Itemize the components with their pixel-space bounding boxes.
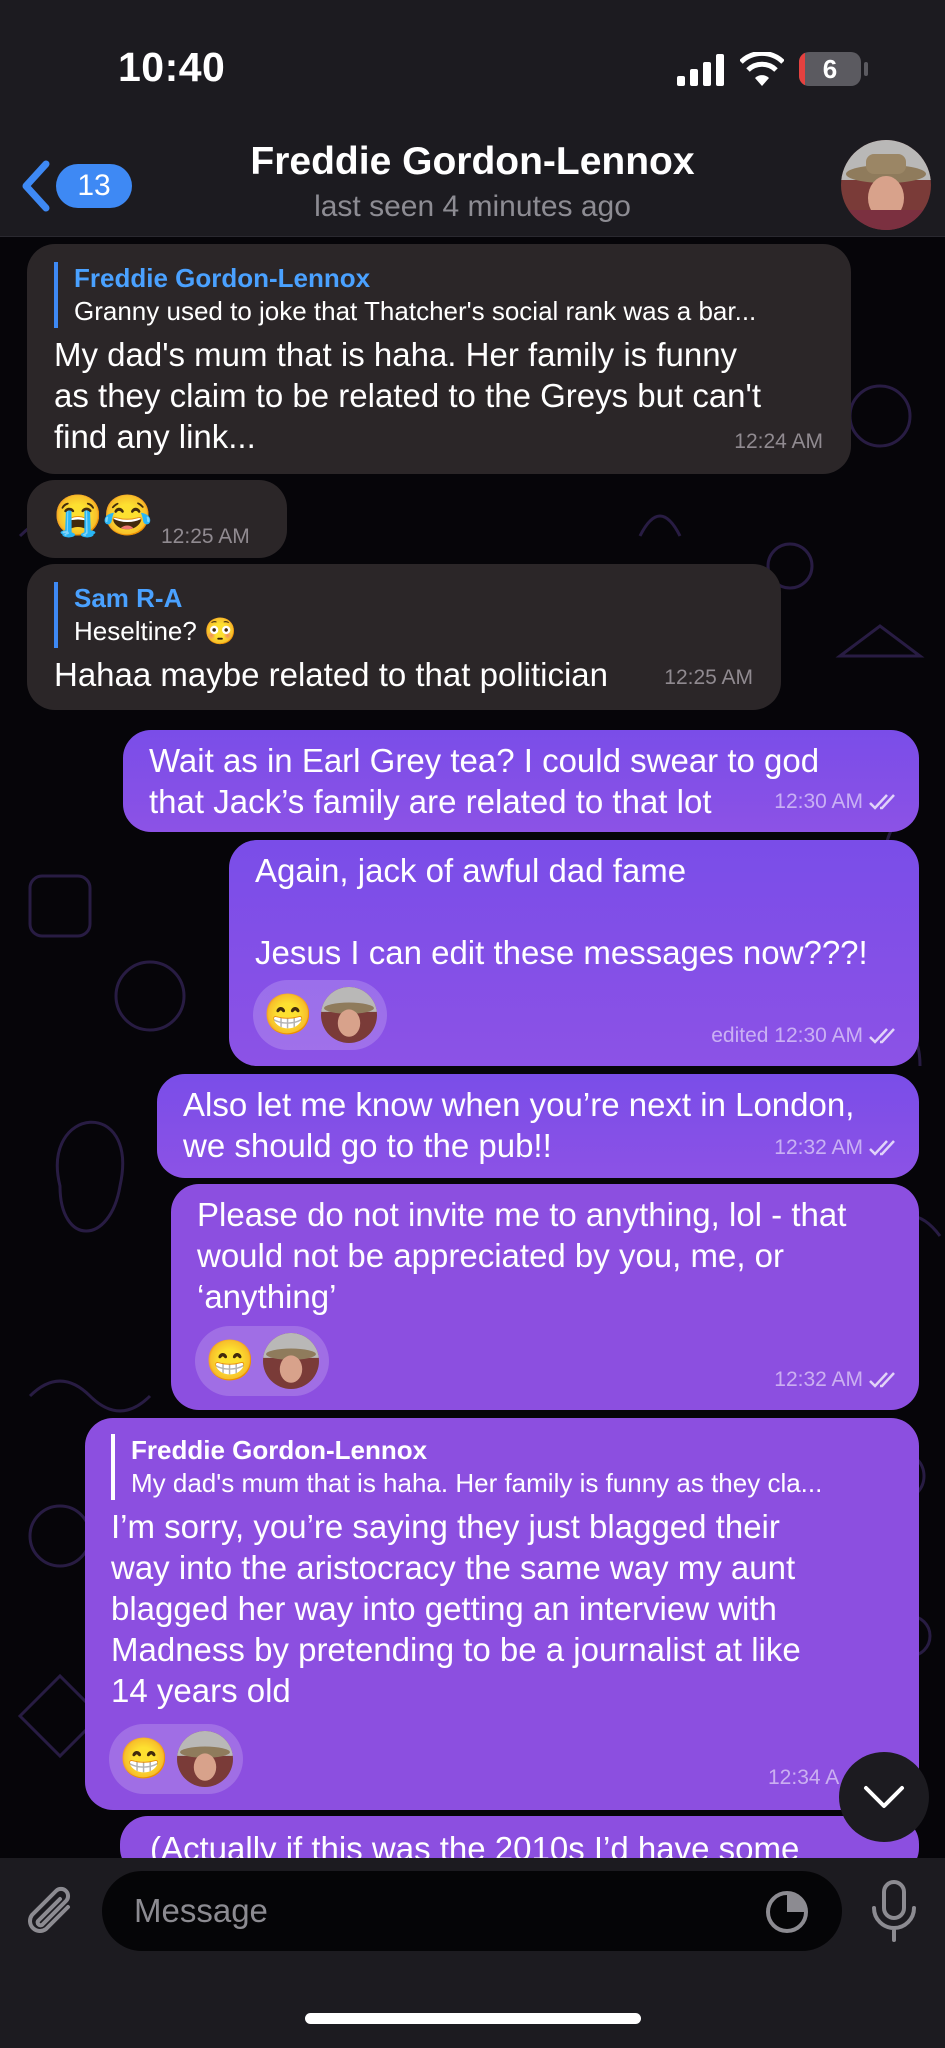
double-check-icon	[869, 793, 895, 810]
paperclip-icon	[28, 1886, 71, 1933]
status-time: 10:40	[118, 44, 226, 90]
reply-author: Freddie Gordon-Lennox	[74, 263, 371, 293]
message-line: would not be appreciated by you, me, or	[197, 1237, 785, 1274]
message-line: Please do not invite me to anything, lol…	[197, 1196, 847, 1233]
message-time: 12:32 AM	[774, 1368, 863, 1391]
double-check-icon	[869, 1139, 895, 1156]
reaction-emoji: 😁	[119, 1737, 169, 1781]
message-time: 12:32 AM	[774, 1136, 863, 1159]
message-line: I’m sorry, you’re saying they just blagg…	[111, 1508, 780, 1545]
reply-snippet: Heseltine? 😳	[74, 616, 237, 646]
message-line: way into the aristocracy the same way my…	[111, 1549, 796, 1586]
reactor-avatar	[320, 987, 377, 1043]
message-bubble-outgoing[interactable]: Please do not invite me to anything, lol…	[171, 1184, 919, 1410]
reply-author: Sam R-A	[74, 583, 183, 613]
message-line: Also let me know when you’re next in Lon…	[183, 1086, 855, 1123]
double-check-icon	[869, 1027, 895, 1044]
reaction-emoji: 😁	[263, 993, 313, 1037]
chat-title[interactable]: Freddie Gordon-Lennox	[0, 140, 945, 184]
message-input[interactable]	[132, 1891, 736, 1931]
reply-quote[interactable]: Sam R-A Heseltine? 😳	[54, 582, 753, 648]
message-line: 14 years old	[111, 1672, 291, 1709]
attach-button[interactable]	[24, 1885, 78, 1946]
reply-author: Freddie Gordon-Lennox	[131, 1435, 428, 1465]
last-seen-status: last seen 4 minutes ago	[314, 190, 631, 223]
message-input-box[interactable]	[102, 1871, 842, 1951]
message-bubble-outgoing[interactable]: Also let me know when you’re next in Lon…	[157, 1074, 919, 1178]
reply-quote[interactable]: Freddie Gordon-Lennox My dad's mum that …	[111, 1434, 893, 1500]
voice-record-button[interactable]	[870, 1880, 918, 1947]
message-meta: edited 12:30 AM	[711, 1015, 899, 1056]
message-meta: 12:32 AM	[774, 1359, 899, 1400]
wifi-icon	[740, 52, 784, 86]
message-line: Madness by pretending to be a journalist…	[111, 1631, 801, 1668]
message-bubble-incoming[interactable]: Freddie Gordon-Lennox Granny used to jok…	[27, 244, 851, 474]
reaction-emoji: 😁	[205, 1339, 255, 1383]
message-time: 12:24 AM	[734, 430, 823, 453]
message-bubble-outgoing[interactable]: Wait as in Earl Grey tea? I could swear …	[123, 730, 919, 832]
reactor-avatar	[262, 1333, 319, 1389]
double-check-icon	[869, 1371, 895, 1388]
reply-snippet: My dad's mum that is haha. Her family is…	[131, 1468, 823, 1498]
battery-icon: 6	[799, 52, 861, 86]
reply-quote[interactable]: Freddie Gordon-Lennox Granny used to jok…	[54, 262, 823, 328]
message-meta: 12:30 AM	[774, 781, 899, 822]
message-bubble-incoming[interactable]: 😭😂 12:25 AM	[27, 480, 287, 558]
message-time: 12:25 AM	[161, 525, 250, 548]
message-time: edited 12:30 AM	[711, 1024, 863, 1047]
message-line: as they claim to be related to the Greys…	[54, 377, 762, 414]
message-line: find any link...	[54, 418, 256, 455]
message-line: ‘anything’	[197, 1278, 337, 1315]
message-line: Hahaa maybe related to that politician	[54, 656, 609, 693]
reply-snippet: Granny used to joke that Thatcher's soci…	[74, 296, 757, 326]
microphone-icon	[872, 1880, 916, 1942]
battery-cap	[864, 62, 868, 76]
reaction-chip[interactable]: 😁	[195, 1326, 329, 1396]
message-line: blagged her way into getting an intervie…	[111, 1590, 777, 1627]
message-bubble-outgoing[interactable]: Freddie Gordon-Lennox My dad's mum that …	[85, 1418, 919, 1810]
home-indicator	[305, 2013, 641, 2024]
scroll-to-bottom-button[interactable]	[839, 1752, 929, 1842]
chevron-down-icon	[864, 1786, 904, 1808]
message-time: 12:25 AM	[664, 666, 753, 689]
avatar-image	[841, 140, 931, 230]
message-line: Again, jack of awful dad fame	[255, 852, 687, 889]
reactor-avatar	[176, 1731, 233, 1787]
message-line: Jesus I can edit these messages now???!	[255, 934, 868, 971]
sticker-icon[interactable]	[764, 1889, 810, 1935]
message-bubble-outgoing[interactable]: Again, jack of awful dad fame Jesus I ca…	[229, 840, 919, 1066]
message-time: 12:34 A	[768, 1766, 840, 1789]
message-bubble-incoming[interactable]: Sam R-A Heseltine? 😳 Hahaa maybe related…	[27, 564, 781, 710]
battery-level: 6	[822, 54, 838, 84]
cellular-signal-icon	[677, 54, 724, 86]
contact-avatar[interactable]	[841, 140, 931, 230]
reaction-chip[interactable]: 😁	[109, 1724, 243, 1794]
status-bar: 10:40 6	[0, 0, 945, 118]
message-meta: 12:32 AM	[774, 1127, 899, 1168]
emoji-message: 😭😂	[53, 494, 153, 538]
message-line: My dad's mum that is haha. Her family is…	[54, 336, 738, 373]
message-line: Wait as in Earl Grey tea? I could swear …	[149, 742, 820, 779]
message-time: 12:30 AM	[774, 790, 863, 813]
reaction-chip[interactable]: 😁	[253, 980, 387, 1050]
